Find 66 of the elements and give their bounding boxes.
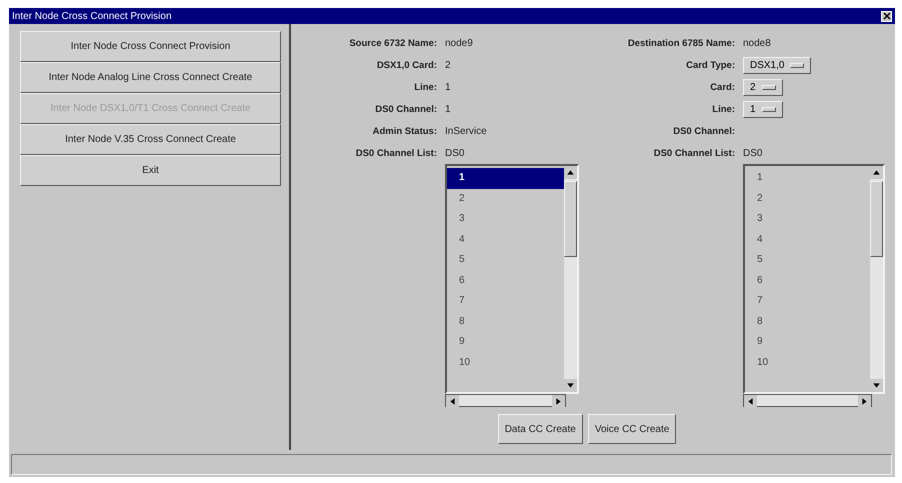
- scroll-right-icon[interactable]: [552, 395, 565, 408]
- field-label: Line:: [413, 82, 438, 92]
- list-item[interactable]: 3: [447, 209, 564, 230]
- list-item[interactable]: 7: [447, 291, 564, 312]
- field-value: 1: [445, 104, 451, 114]
- field-label: DS0 Channel List:: [652, 148, 736, 158]
- list-item[interactable]: 10: [745, 352, 870, 373]
- menu-button[interactable]: Inter Node V.35 Cross Connect Create: [20, 124, 281, 155]
- scroll-left-icon[interactable]: [446, 395, 459, 408]
- dropdown[interactable]: 1: [743, 100, 783, 118]
- menu-button[interactable]: Exit: [20, 155, 281, 186]
- vertical-scrollbar[interactable]: [870, 166, 883, 392]
- field-label: Destination 6785 Name:: [626, 38, 736, 48]
- window-title: Inter Node Cross Connect Provision: [12, 10, 172, 22]
- scroll-up-icon[interactable]: [870, 166, 883, 179]
- scroll-left-icon[interactable]: [744, 395, 757, 408]
- list-item[interactable]: 5: [447, 250, 564, 270]
- dropdown[interactable]: DSX1,0: [743, 56, 812, 74]
- field-value: 2: [445, 60, 451, 70]
- field-label: Source 6732 Name:: [348, 38, 438, 48]
- list-item[interactable]: 2: [745, 188, 870, 209]
- field-label: Admin Status:: [372, 126, 438, 136]
- menu-button[interactable]: Inter Node Analog Line Cross Connect Create: [20, 62, 281, 93]
- list-item[interactable]: 5: [745, 250, 870, 270]
- field-label: Line:: [711, 104, 736, 114]
- field-value: InService: [445, 126, 487, 136]
- vertical-scrollbar[interactable]: [564, 166, 577, 392]
- field-label: Card Type:: [685, 60, 736, 70]
- scroll-down-icon[interactable]: [870, 379, 883, 392]
- field-label: DS0 Channel List:: [354, 148, 438, 158]
- scroll-up-icon[interactable]: [564, 166, 577, 179]
- field-value: DS0: [445, 148, 464, 158]
- close-button[interactable]: [881, 10, 892, 22]
- field-label: DS0 Channel:: [672, 126, 736, 136]
- scroll-down-icon[interactable]: [564, 379, 577, 392]
- field-value: node8: [743, 38, 771, 48]
- scroll-right-icon[interactable]: [858, 395, 871, 408]
- list-item[interactable]: 8: [745, 312, 870, 332]
- field-value: 1: [445, 82, 451, 92]
- list-item[interactable]: 2: [447, 188, 564, 209]
- field-value: node9: [445, 38, 473, 48]
- field-label: DS0 Channel:: [374, 104, 438, 114]
- list-item[interactable]: 1: [745, 168, 870, 188]
- list-item[interactable]: 6: [745, 270, 870, 291]
- list-item[interactable]: 6: [447, 270, 564, 291]
- list-item[interactable]: 4: [447, 230, 564, 250]
- list-item[interactable]: 9: [745, 332, 870, 352]
- list-item[interactable]: 7: [745, 291, 870, 312]
- close-icon: [882, 12, 890, 20]
- list-item[interactable]: 10: [447, 352, 564, 373]
- scroll-thumb[interactable]: [870, 181, 883, 257]
- field-label: DSX1,0 Card:: [376, 60, 438, 70]
- list-item[interactable]: 1: [447, 168, 564, 188]
- horizontal-scrollbar[interactable]: [743, 394, 872, 407]
- list-item[interactable]: 3: [745, 209, 870, 230]
- dropdown[interactable]: 2: [743, 78, 783, 96]
- horizontal-scrollbar[interactable]: [445, 394, 566, 407]
- action-button[interactable]: Data CC Create: [498, 414, 583, 444]
- list-item[interactable]: 8: [447, 312, 564, 332]
- field-value: DS0: [743, 148, 762, 158]
- list-item[interactable]: 4: [745, 230, 870, 250]
- menu-button[interactable]: Inter Node Cross Connect Provision: [20, 31, 281, 62]
- scroll-thumb[interactable]: [564, 181, 577, 257]
- list-item[interactable]: 9: [447, 332, 564, 352]
- field-label: Card:: [709, 82, 736, 92]
- action-button[interactable]: Voice CC Create: [588, 414, 676, 444]
